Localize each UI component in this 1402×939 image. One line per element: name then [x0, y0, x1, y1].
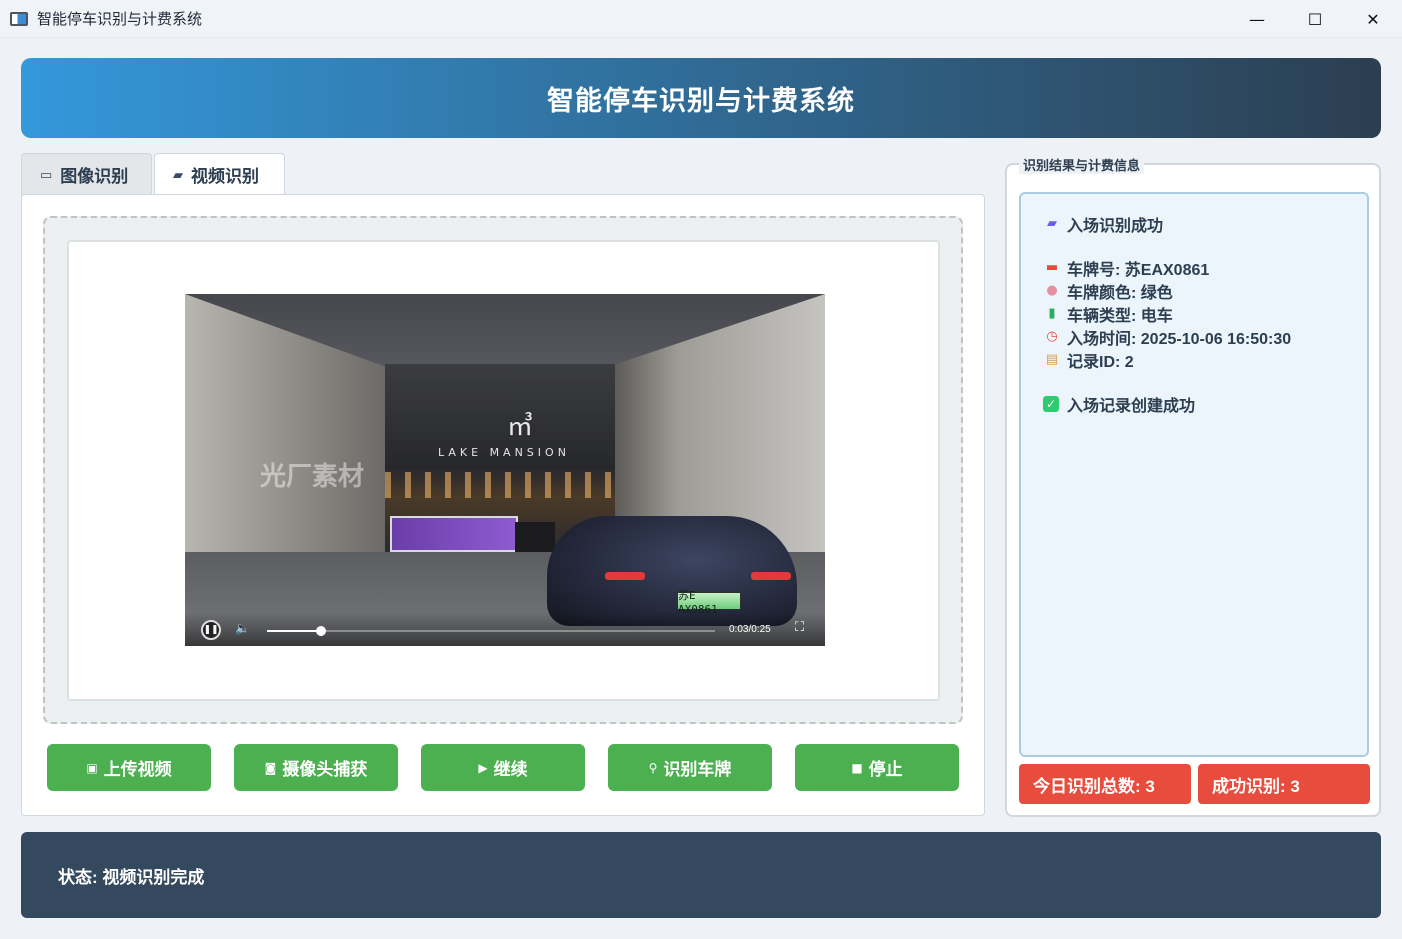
- video-camera-icon: ▰: [173, 166, 183, 182]
- video-seek-handle[interactable]: [315, 626, 326, 636]
- result-color: ● 车牌颜色: 绿色: [1043, 279, 1345, 302]
- result-record-created: ✓ 入场记录创建成功: [1043, 392, 1345, 415]
- video-time: 0:03/0:25: [729, 624, 771, 635]
- video-seek-bar[interactable]: [267, 626, 715, 636]
- alarm-clock-icon: ◷: [1046, 329, 1058, 344]
- tab-bar: ▭ 图像识别 ▰ 视频识别: [21, 153, 285, 195]
- upload-video-icon: ▣: [86, 760, 98, 775]
- result-vehicle-type: ▮ 车辆类型: 电车: [1043, 302, 1345, 325]
- title-bar: 智能停车识别与计费系统 — ☐ ✕: [0, 0, 1402, 38]
- result-heading: ▰ 入场识别成功: [1043, 212, 1345, 235]
- result-entry-time: ◷ 入场时间: 2025-10-06 16:50:30: [1043, 325, 1345, 348]
- button-label: 识别车牌: [663, 760, 732, 779]
- video-brand-text: LAKE MANSION: [438, 446, 570, 459]
- magnifier-icon: ⚲: [648, 760, 658, 775]
- video-scene-taillight: [605, 572, 645, 580]
- video-panel: ㎥ LAKE MANSION 光厂素材 苏E AX0861 ❚❚ 🔈 0:03/…: [21, 194, 985, 816]
- results-group-title: 识别结果与计费信息: [1019, 155, 1145, 174]
- video-scene-barrier: [515, 522, 555, 552]
- result-record-id: ▤ 记录ID: 2: [1043, 348, 1345, 371]
- clipboard-icon: ▤: [1045, 352, 1059, 367]
- button-label: 摄像头捕获: [282, 760, 368, 779]
- camera-capture-button[interactable]: ◙ 摄像头捕获: [234, 744, 398, 791]
- success-stat: 成功识别: 3: [1198, 764, 1370, 804]
- video-license-plate: 苏E AX0861: [677, 589, 741, 616]
- fullscreen-icon[interactable]: ⛶: [795, 620, 804, 635]
- video-scene-lights: [385, 472, 615, 498]
- app-title: 智能停车识别与计费系统: [547, 85, 855, 116]
- results-display: ▰ 入场识别成功 ▬ 车牌号: 苏EAX0861 ● 车牌颜色: 绿色 ▮ 车辆…: [1019, 192, 1369, 757]
- result-heading-text: 入场识别成功: [1067, 217, 1164, 235]
- continue-button[interactable]: ▶ 继续: [421, 744, 585, 791]
- minimize-button[interactable]: —: [1228, 0, 1286, 38]
- button-label: 上传视频: [103, 760, 172, 779]
- battery-icon: ▮: [1048, 306, 1056, 321]
- result-color-text: 车牌颜色: 绿色: [1067, 284, 1173, 302]
- video-drop-area: ㎥ LAKE MANSION 光厂素材 苏E AX0861 ❚❚ 🔈 0:03/…: [43, 216, 963, 724]
- maximize-button[interactable]: ☐: [1286, 0, 1344, 38]
- video-container: ㎥ LAKE MANSION 光厂素材 苏E AX0861 ❚❚ 🔈 0:03/…: [67, 240, 940, 701]
- today-total-stat: 今日识别总数: 3: [1019, 764, 1191, 804]
- close-button[interactable]: ✕: [1344, 0, 1402, 38]
- status-bar: 状态: 视频识别完成: [21, 832, 1381, 918]
- palette-icon: ●: [1046, 283, 1058, 298]
- video-scene-taillight: [751, 572, 791, 580]
- volume-icon[interactable]: 🔈: [235, 621, 250, 635]
- video-watermark: 光厂素材: [260, 461, 365, 491]
- action-buttons: ▣ 上传视频 ◙ 摄像头捕获 ▶ 继续 ⚲ 识别车牌 ■ 停止: [47, 744, 959, 791]
- video-scene-sign: [390, 516, 518, 552]
- result-record-created-text: 入场记录创建成功: [1067, 397, 1196, 415]
- stats-row: 今日识别总数: 3 成功识别: 3: [1019, 764, 1370, 804]
- camera-icon: ◙: [264, 760, 277, 775]
- window-controls: — ☐ ✕: [1228, 0, 1402, 38]
- pause-button[interactable]: ❚❚: [201, 620, 221, 640]
- video-controls: ❚❚ 🔈 0:03/0:25 ⛶: [185, 612, 825, 646]
- tab-video-recognition[interactable]: ▰ 视频识别: [154, 153, 285, 195]
- video-seek-progress: [267, 630, 321, 632]
- app-header: 智能停车识别与计费系统: [21, 58, 1381, 138]
- tab-image-recognition[interactable]: ▭ 图像识别: [21, 153, 152, 195]
- result-vehicle-type-text: 车辆类型: 电车: [1067, 307, 1173, 325]
- camera-icon: ▭: [40, 166, 53, 182]
- tab-label: 视频识别: [191, 167, 259, 186]
- play-icon: ▶: [478, 760, 488, 775]
- recognize-plate-button[interactable]: ⚲ 识别车牌: [608, 744, 772, 791]
- tab-label: 图像识别: [60, 167, 129, 186]
- stop-icon: ■: [851, 760, 863, 775]
- video-brand-logo: ㎥: [507, 412, 533, 442]
- app-icon: [10, 11, 28, 26]
- video-scene-car: [547, 516, 797, 626]
- check-icon: ✓: [1043, 395, 1059, 412]
- window-title: 智能停车识别与计费系统: [37, 11, 203, 28]
- video-camera-icon: ▰: [1047, 216, 1057, 231]
- stop-button[interactable]: ■ 停止: [795, 744, 959, 791]
- result-entry-time-text: 入场时间: 2025-10-06 16:50:30: [1067, 330, 1292, 348]
- button-label: 继续: [493, 760, 528, 779]
- results-group: 识别结果与计费信息 ▰ 入场识别成功 ▬ 车牌号: 苏EAX0861 ● 车牌颜…: [1005, 155, 1381, 817]
- video-player[interactable]: ㎥ LAKE MANSION 光厂素材 苏E AX0861 ❚❚ 🔈 0:03/…: [185, 294, 825, 646]
- status-text: 状态: 视频识别完成: [58, 867, 205, 887]
- upload-video-button[interactable]: ▣ 上传视频: [47, 744, 211, 791]
- button-label: 停止: [868, 760, 903, 779]
- result-plate-text: 车牌号: 苏EAX0861: [1067, 261, 1210, 279]
- result-record-id-text: 记录ID: 2: [1067, 353, 1134, 371]
- result-plate: ▬ 车牌号: 苏EAX0861: [1043, 256, 1345, 279]
- car-icon: ▬: [1045, 260, 1059, 275]
